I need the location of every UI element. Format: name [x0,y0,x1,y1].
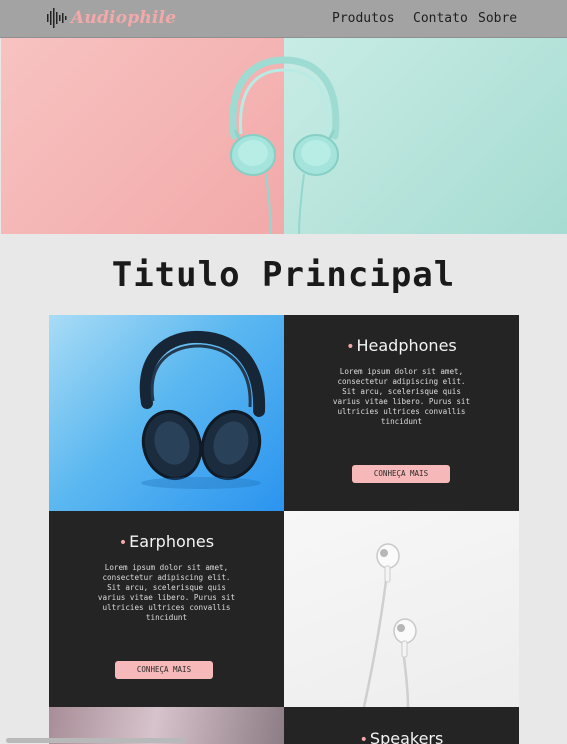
headphones-title: Headphones [356,336,457,355]
earphones-heading: • Earphones [49,532,284,551]
nav-contato[interactable]: Contato [413,11,468,26]
headphones-cta-button[interactable]: CONHEÇA MAIS [352,465,450,483]
hero-banner [1,38,567,234]
speakers-title: Speakers [369,729,444,744]
headphones-description: Lorem ipsum dolor sit amet, consectetur … [332,367,471,426]
nav-produtos[interactable]: Produtos [332,11,395,26]
nav-sobre[interactable]: Sobre [478,11,517,26]
earphones-image-tile [284,511,519,707]
page-title: Titulo Principal [111,255,456,295]
headphones-info-tile: • Headphones Lorem ipsum dolor sit amet, … [284,315,519,511]
site-header: Audiophile Produtos Contato Sobre [0,0,567,38]
bullet-dot-icon: • [359,732,368,744]
headphones-image [229,56,340,234]
logo-text: Audiophile [71,8,177,28]
dark-headphones-image [139,330,266,489]
sound-wave-icon [47,8,67,28]
headphones-image-tile [49,315,284,511]
bullet-dot-icon: • [118,535,128,551]
speakers-heading: • Speakers [284,729,519,744]
earphones-info-tile: • Earphones Lorem ipsum dolor sit amet, c… [49,511,284,707]
speakers-info-tile: • Speakers [284,707,519,744]
white-earphones-image [362,543,417,707]
logo[interactable]: Audiophile [47,6,176,30]
headphones-heading: • Headphones [284,336,519,355]
earphones-description: Lorem ipsum dolor sit amet, consectetur … [97,563,236,622]
bullet-dot-icon: • [346,339,355,355]
earphones-title: Earphones [129,532,215,551]
earphones-cta-button[interactable]: CONHEÇA MAIS [115,661,213,679]
horizontal-scrollbar[interactable] [6,738,186,743]
